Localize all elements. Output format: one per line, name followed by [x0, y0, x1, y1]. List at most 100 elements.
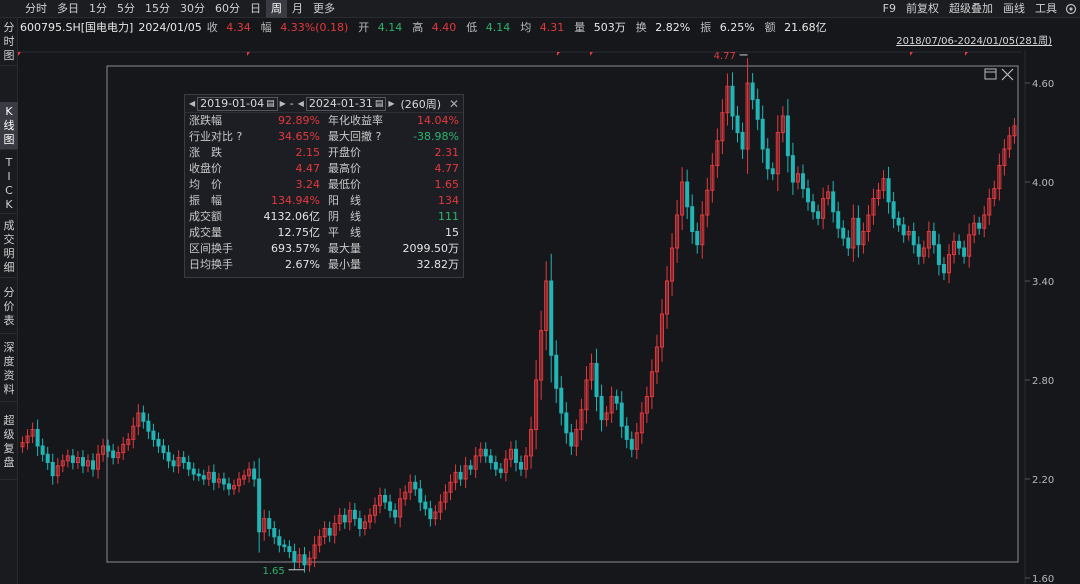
toolbar-right-item[interactable]: F9 — [878, 0, 901, 18]
candle-body — [695, 231, 700, 246]
stats-cell: 最大量 2099.50万 — [324, 241, 463, 257]
stats-cell: 均 价 3.24 — [185, 177, 324, 193]
sidebar-item[interactable]: 深度资料 — [0, 336, 18, 402]
period-tab[interactable]: 15分 — [140, 0, 175, 18]
toolbar-right-item[interactable]: 画线 — [998, 0, 1030, 18]
candle-body — [423, 501, 428, 510]
candle-body — [458, 471, 463, 480]
toolbar-right-item[interactable]: 超级叠加 — [944, 0, 998, 18]
sidebar-char: 细 — [3, 260, 15, 274]
settings-icon[interactable] — [1062, 0, 1080, 18]
sidebar-char: T — [5, 155, 13, 169]
event-marker[interactable] — [247, 52, 250, 56]
stats-value: -38.98% — [413, 130, 459, 143]
amount-label: 额 — [764, 21, 776, 34]
stats-cell: 振 幅 134.94% — [185, 193, 324, 209]
sidebar-item[interactable]: 分时图 — [0, 18, 18, 66]
candle-body — [740, 132, 745, 150]
toolbar-right: F9 前复权 超级叠加 画线 工具 — [878, 0, 1080, 18]
turnover-value: 2.82% — [655, 21, 691, 34]
volume-value: 503万 — [593, 21, 626, 34]
stock-code[interactable]: 600795.SH[国电电力] — [20, 19, 133, 35]
candle-body — [886, 178, 891, 203]
sidebar-item[interactable]: 超级复盘 — [0, 404, 18, 480]
sidebar-item[interactable]: 成交明细 — [0, 216, 18, 278]
sidebar-item[interactable]: TICK — [0, 154, 18, 214]
toolbar-right-item[interactable]: 前复权 — [901, 0, 944, 18]
period-tab[interactable]: 周 — [266, 0, 287, 18]
amplitude-value: 6.25% — [719, 21, 755, 34]
candle-body — [428, 508, 433, 520]
period-tab[interactable]: 月 — [287, 0, 308, 18]
high-value: 4.40 — [431, 21, 457, 34]
candle-body — [735, 115, 740, 133]
candle-body — [941, 264, 946, 274]
sidebar-char: 超 — [3, 413, 15, 427]
stats-key: 均 价 — [189, 178, 222, 191]
candle-body — [352, 509, 357, 520]
event-marker[interactable] — [910, 52, 913, 56]
restore-icon[interactable] — [984, 68, 997, 80]
date-range-label[interactable]: 2018/07/06-2024/01/05(281周) — [896, 36, 1052, 48]
candle-body — [624, 425, 629, 440]
event-marker[interactable] — [590, 52, 593, 56]
period-tab[interactable]: 日 — [245, 0, 266, 18]
sidebar-item[interactable]: 分价表 — [0, 280, 18, 334]
sidebar-char: K — [5, 104, 13, 118]
next-start-arrow-icon[interactable]: ▶ — [280, 99, 286, 108]
kline-chart[interactable]: 4.60 4.00 3.40 2.80 2.20 1.60 4.77 1.65 — [0, 0, 1080, 584]
candle-body — [493, 462, 498, 470]
sidebar-char: 线 — [3, 118, 15, 132]
period-tab[interactable]: 1分 — [84, 0, 112, 18]
stats-key: 行业对比 ? — [189, 130, 243, 143]
period-tab[interactable]: 30分 — [175, 0, 210, 18]
period-tab[interactable]: 更多 — [308, 0, 340, 18]
start-date-box[interactable]: 2019-01-04 ▤ — [197, 96, 278, 111]
period-tab[interactable]: 5分 — [112, 0, 140, 18]
candle-body — [302, 554, 307, 566]
candle-body — [50, 462, 55, 477]
event-marker[interactable] — [557, 52, 560, 56]
high-label: 高 — [412, 21, 424, 34]
stats-value: 34.65% — [278, 130, 320, 143]
sidebar-char: 料 — [3, 382, 15, 396]
candle-body — [196, 473, 201, 477]
candle-body — [936, 244, 941, 265]
period-tab[interactable]: 多日 — [52, 0, 84, 18]
period-tab[interactable]: 分时 — [20, 0, 52, 18]
stats-value: 4132.06亿 — [263, 210, 321, 223]
y-tick-label: 4.00 — [1032, 178, 1054, 189]
candle-body — [891, 201, 896, 219]
stats-value: 2.67% — [285, 258, 320, 271]
next-end-arrow-icon[interactable]: ▶ — [388, 99, 394, 108]
stats-key: 最低价 — [328, 178, 361, 191]
candle-body — [287, 546, 292, 553]
stats-value: 32.82万 — [416, 258, 460, 271]
calendar-icon: ▤ — [266, 98, 275, 109]
quote-date: 2024/01/05 — [138, 20, 202, 34]
candle-body — [141, 412, 146, 422]
stats-value: 4.77 — [434, 162, 460, 175]
toolbar-right-item[interactable]: 工具 — [1030, 0, 1062, 18]
end-date-box[interactable]: 2024-01-31 ▤ — [305, 96, 387, 111]
stats-value: 92.89% — [278, 114, 320, 127]
candle-body — [896, 217, 901, 226]
candle-body — [327, 528, 332, 536]
period-tab[interactable]: 60分 — [210, 0, 245, 18]
event-marker[interactable] — [18, 52, 21, 56]
sidebar-char: I — [7, 169, 11, 183]
stats-cell: 最高价 4.77 — [324, 161, 463, 177]
event-marker[interactable] — [965, 52, 968, 56]
amount-value: 21.68亿 — [784, 21, 827, 34]
candle-body — [488, 455, 493, 463]
prev-end-arrow-icon[interactable]: ◀ — [298, 99, 304, 108]
sidebar-item[interactable]: K线图 — [0, 102, 18, 150]
close-box-icon[interactable] — [1001, 68, 1014, 81]
stats-cell: 收盘价 4.47 — [185, 161, 324, 177]
candle-body — [554, 354, 559, 389]
close-icon[interactable]: ✕ — [449, 97, 459, 111]
candle-body — [186, 462, 191, 470]
candle-body — [790, 155, 795, 183]
prev-start-arrow-icon[interactable]: ◀ — [189, 99, 195, 108]
candle-body — [760, 118, 765, 150]
